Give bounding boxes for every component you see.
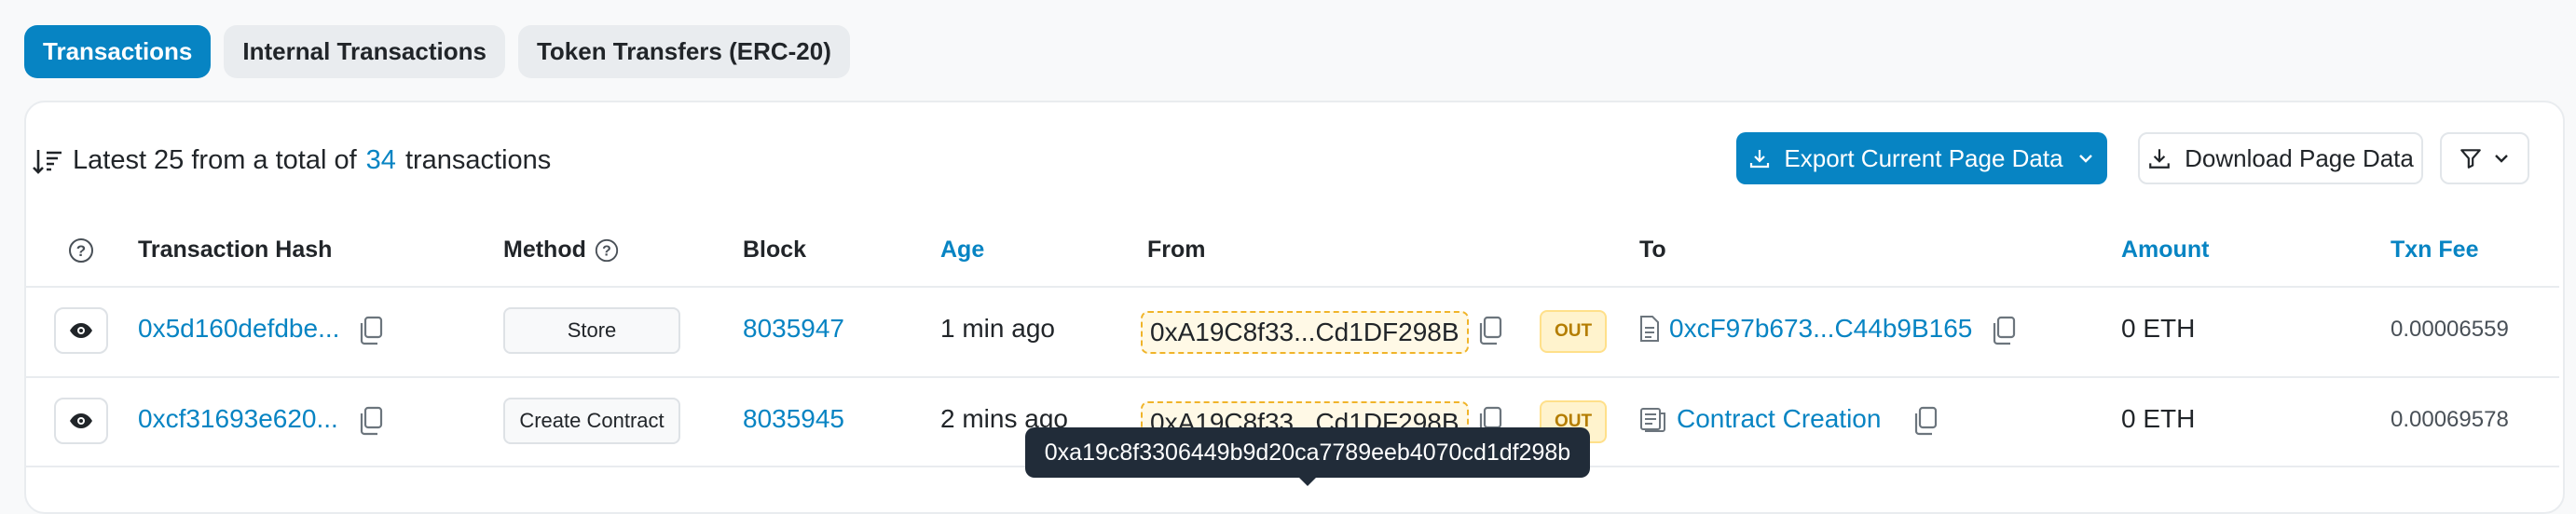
summary-suffix: transactions [404, 145, 552, 175]
summary-prefix: Latest 25 from a total of [73, 145, 357, 175]
export-page-data-button[interactable]: Export Current Page Data [1736, 132, 2107, 184]
age-text: 1 min ago [940, 314, 1055, 343]
view-details-button[interactable] [54, 398, 108, 444]
chevron-down-icon [2076, 149, 2095, 168]
contract-creation-icon [1640, 408, 1665, 432]
method-badge[interactable]: Create Contract [503, 398, 680, 444]
contract-creation-link[interactable]: Contract Creation [1677, 404, 1881, 434]
transactions-summary: Latest 25 from a total of 34 transaction… [32, 145, 551, 176]
col-block: Block [743, 237, 807, 263]
to-address-link[interactable]: 0xcF97b673...C44b9B165 [1669, 314, 1972, 344]
row-divider [26, 376, 2559, 378]
header-divider [26, 286, 2559, 288]
copy-icon[interactable] [358, 406, 384, 436]
download-page-data-button[interactable]: Download Page Data [2138, 132, 2423, 184]
download-label: Download Page Data [2185, 143, 2414, 172]
col-amount[interactable]: Amount [2121, 237, 2209, 264]
address-tooltip: 0xa19c8f3306449b9d20ca7789eeb4070cd1df29… [1025, 427, 1590, 478]
transaction-count[interactable]: 34 [366, 145, 396, 176]
question-icon: ? [69, 238, 93, 263]
sort-icon [32, 147, 63, 175]
to-address: Contract Creation [1639, 404, 1881, 434]
eye-icon [70, 323, 92, 338]
eye-icon [70, 413, 92, 428]
direction-out-badge: OUT [1540, 310, 1607, 353]
export-label: Export Current Page Data [1784, 143, 2063, 172]
copy-icon[interactable] [1991, 316, 2017, 345]
col-method-label: Method [503, 237, 586, 263]
tab-transactions[interactable]: Transactions [24, 25, 212, 78]
col-age[interactable]: Age [940, 237, 984, 264]
copy-icon[interactable] [1477, 316, 1503, 345]
col-method: Method ? [503, 237, 620, 264]
block-link[interactable]: 8035947 [743, 314, 844, 344]
method-badge[interactable]: Store [503, 307, 680, 354]
col-transaction-hash: Transaction Hash [138, 237, 333, 263]
tab-bar: Transactions Internal Transactions Token… [24, 25, 850, 78]
svg-text:?: ? [76, 242, 86, 260]
filter-button[interactable] [2440, 132, 2529, 184]
copy-icon[interactable] [358, 316, 384, 345]
tab-token-transfers[interactable]: Token Transfers (ERC-20) [517, 25, 850, 78]
filter-icon [2459, 146, 2483, 170]
txn-fee-text: 0.00006559 [2391, 317, 2509, 342]
copy-icon[interactable] [1912, 406, 1939, 436]
block-link[interactable]: 8035945 [743, 404, 844, 434]
question-icon[interactable]: ? [594, 237, 620, 264]
amount-text: 0 ETH [2121, 404, 2196, 433]
view-details-button[interactable] [54, 307, 108, 354]
to-address: 0xcF97b673...C44b9B165 [1639, 314, 1972, 344]
col-to: To [1639, 237, 1666, 263]
info-icon-header[interactable]: ? [67, 237, 95, 264]
transaction-hash-link[interactable]: 0xcf31693e620... [138, 404, 338, 434]
chevron-down-icon [2492, 149, 2511, 168]
transaction-hash-link[interactable]: 0x5d160defdbe... [138, 314, 339, 344]
col-from: From [1147, 237, 1206, 263]
tooltip-arrow [1297, 476, 1318, 486]
download-icon [1748, 147, 1771, 169]
contract-file-icon [1640, 316, 1659, 342]
download-icon [2147, 146, 2172, 170]
from-address[interactable]: 0xA19C8f33...Cd1DF298B [1141, 311, 1469, 354]
txn-fee-text: 0.00069578 [2391, 407, 2509, 432]
tab-internal-transactions[interactable]: Internal Transactions [224, 25, 505, 78]
col-txn-fee[interactable]: Txn Fee [2391, 237, 2478, 264]
amount-text: 0 ETH [2121, 314, 2196, 343]
svg-text:?: ? [602, 243, 611, 259]
